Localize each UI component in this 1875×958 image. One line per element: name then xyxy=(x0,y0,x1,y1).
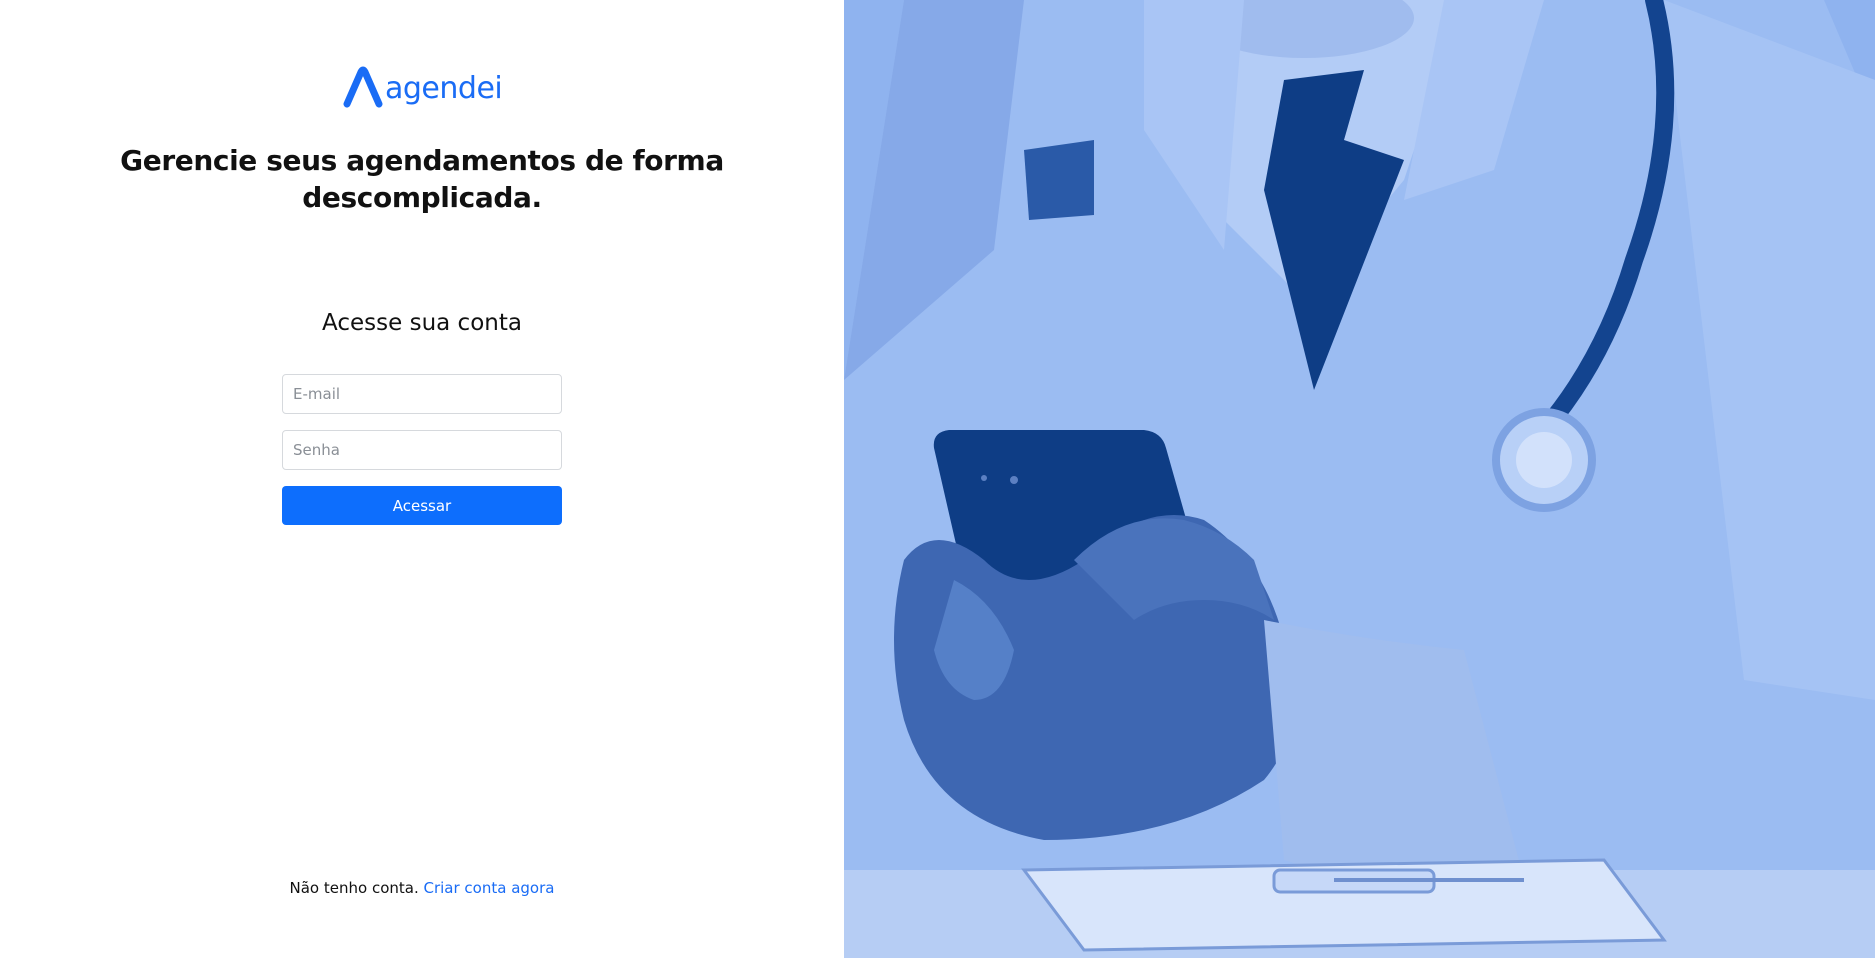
create-account-link[interactable]: Criar conta agora xyxy=(424,879,555,897)
hero-image-panel xyxy=(844,0,1875,958)
logo-mark-icon xyxy=(343,66,383,108)
doctor-with-phone-illustration xyxy=(844,0,1875,958)
login-button[interactable]: Acessar xyxy=(282,486,562,525)
signup-prompt-text: Não tenho conta. xyxy=(289,879,419,897)
password-input[interactable] xyxy=(282,430,562,470)
signup-prompt: Não tenho conta. Criar conta agora xyxy=(122,877,722,899)
logo-wordmark: agendei xyxy=(385,71,503,106)
email-input[interactable] xyxy=(282,374,562,414)
page-headline: Gerencie seus agendamentos de forma desc… xyxy=(120,144,724,214)
login-page: agendei Gerencie seus agendamentos de fo… xyxy=(0,0,1875,958)
brand-logo: agendei xyxy=(343,60,503,108)
login-form-title: Acesse sua conta xyxy=(322,310,522,336)
login-panel: agendei Gerencie seus agendamentos de fo… xyxy=(0,0,844,958)
